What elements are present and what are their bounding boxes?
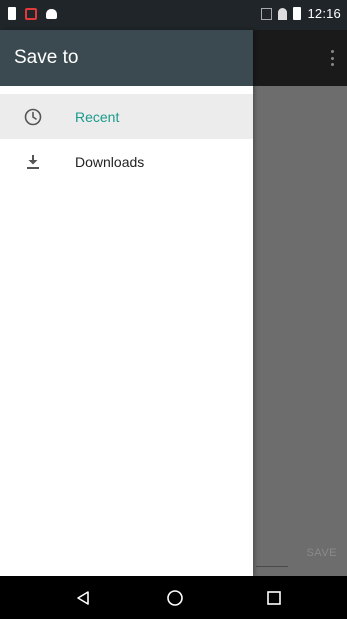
clock-icon (22, 106, 44, 128)
back-icon[interactable] (73, 588, 93, 608)
drawer-list: Recent Downloads (0, 94, 253, 184)
navigation-drawer: Save to Recent Downloads (0, 30, 253, 576)
screenshot-notification-icon (25, 7, 37, 20)
system-navigation-bar (0, 576, 347, 619)
drawer-header: Save to (0, 30, 253, 86)
overflow-menu-icon[interactable] (331, 50, 335, 66)
home-icon[interactable] (165, 588, 185, 608)
drawer-item-label: Recent (75, 108, 120, 125)
filename-field[interactable] (256, 566, 288, 567)
recents-icon[interactable] (264, 588, 284, 608)
status-bar: 12:16 (0, 0, 347, 30)
drawer-item-recent[interactable]: Recent (0, 94, 253, 139)
android-notification-icon (46, 8, 57, 19)
drawer-title: Save to (14, 47, 79, 68)
drawer-item-label: Downloads (75, 153, 145, 170)
document-notification-icon (8, 7, 16, 20)
download-icon (22, 151, 44, 173)
battery-icon (293, 7, 302, 20)
status-notifications (8, 7, 57, 20)
status-time: 12:16 (307, 6, 341, 21)
status-indicators: 12:16 (261, 6, 341, 21)
no-sim-icon (261, 7, 273, 20)
wifi-icon (278, 7, 288, 20)
drawer-item-downloads[interactable]: Downloads (0, 139, 253, 184)
save-button[interactable]: SAVE (306, 547, 337, 559)
